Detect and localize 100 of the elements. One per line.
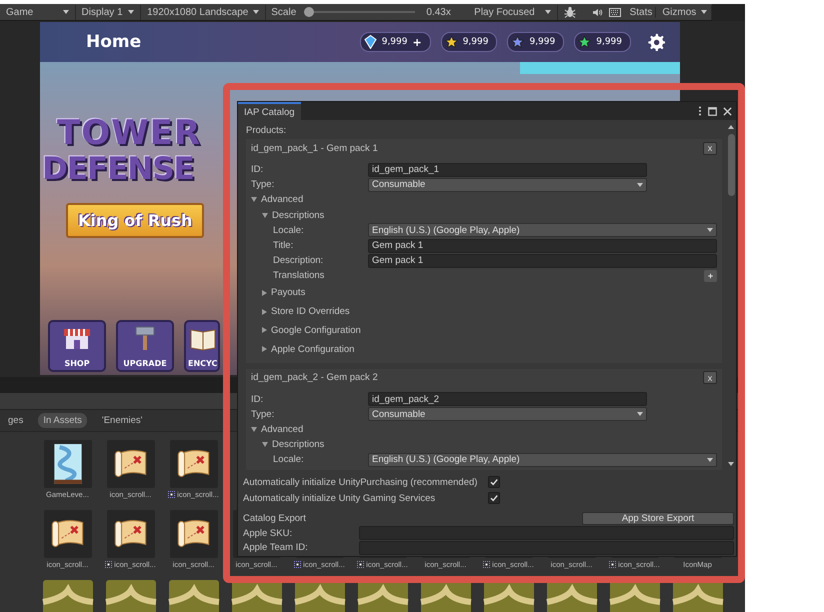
foldout-label[interactable]: Apple Configuration	[271, 344, 354, 355]
disclosure-triangle-icon[interactable]	[262, 308, 267, 315]
scroll-down-arrow-icon[interactable]	[728, 462, 734, 466]
add-currency-button[interactable]: +	[412, 36, 422, 48]
disclosure-triangle-icon[interactable]	[251, 197, 257, 202]
terrain-tile-thumbnail	[420, 580, 472, 612]
sprite-marker-icon	[168, 490, 176, 498]
text-field[interactable]: id_gem_pack_1	[368, 162, 647, 177]
section-label: Products:	[246, 124, 288, 138]
speaker-icon[interactable]	[592, 8, 603, 16]
disclosure-triangle-icon[interactable]	[262, 346, 267, 352]
search-scope-tab[interactable]: In Assets	[38, 413, 87, 428]
checkbox[interactable]	[488, 492, 500, 504]
dropdown-arrow-icon	[62, 10, 69, 14]
dropdown-arrow-icon	[707, 458, 713, 462]
field-label: Translations	[272, 270, 326, 282]
terrain-tile-thumbnail	[546, 580, 598, 612]
game-logo-text: TOWER	[56, 116, 202, 150]
scale-reading: 0.43x	[425, 6, 452, 18]
foldout-label[interactable]: Advanced	[261, 424, 304, 435]
dropdown-arrow-icon	[253, 10, 260, 14]
dropdown[interactable]: Consumable	[368, 407, 647, 422]
scrollbar-thumb[interactable]	[728, 134, 734, 196]
dropdown[interactable]: English (U.S.) (Google Play, Apple)	[368, 452, 717, 467]
field-label: Locale:	[272, 224, 305, 236]
stats-button[interactable]: Stats	[626, 6, 656, 18]
play-mode-dropdown[interactable]: Play Focused	[468, 4, 558, 20]
dropdown-arrow-icon	[637, 182, 643, 187]
terrain-tile-thumbnail	[294, 580, 346, 612]
search-scope-tab[interactable]: 'Enemies'	[96, 413, 148, 428]
field-label: ID:	[251, 164, 264, 176]
settings-icon[interactable]	[647, 33, 665, 51]
disclosure-triangle-icon[interactable]	[262, 290, 267, 296]
foldout-label[interactable]: Google Configuration	[271, 324, 361, 336]
foldout-label[interactable]: Descriptions	[272, 210, 324, 221]
sprite-marker-icon	[294, 560, 302, 568]
sprite-marker-icon	[609, 560, 616, 568]
subtitle-banner: King of Rush	[66, 203, 204, 238]
field-label: Type:	[251, 408, 276, 420]
screen-title: Home	[86, 32, 142, 52]
remove-button[interactable]: x	[703, 142, 717, 154]
dropdown-arrow-icon	[701, 10, 708, 14]
scroll-up-arrow-icon[interactable]	[728, 125, 734, 129]
dropdown-arrow-icon	[128, 10, 134, 14]
disclosure-triangle-icon[interactable]	[262, 327, 267, 334]
gizmos-dropdown[interactable]: Gizmos	[656, 4, 712, 20]
dropdown[interactable]: Consumable	[368, 178, 647, 192]
disclosure-triangle-icon[interactable]	[262, 212, 268, 218]
add-button[interactable]: +	[704, 270, 717, 282]
terrain-tile-thumbnail	[672, 580, 724, 612]
foldout-label[interactable]: Payouts	[271, 287, 306, 298]
currency-counter: 9,999	[507, 32, 564, 52]
remove-button[interactable]: x	[703, 371, 717, 384]
checkbox[interactable]	[488, 476, 500, 488]
more-options-icon[interactable]	[698, 106, 702, 116]
terrain-tile-thumbnail	[608, 580, 660, 612]
game-logo-text: DEFENSE	[42, 154, 194, 185]
field-label: Apple Team ID:	[243, 542, 309, 554]
sprite-marker-icon	[357, 560, 364, 568]
field-label: Apple SKU:	[243, 528, 294, 539]
text-field[interactable]: Gem pack 1	[368, 254, 717, 268]
input-field[interactable]	[359, 540, 734, 555]
field-label: Title:	[272, 240, 294, 252]
view-dropdown[interactable]: Game	[0, 4, 76, 20]
foldout-label[interactable]: Advanced	[261, 194, 304, 206]
window-tab[interactable]: IAP Catalog	[238, 102, 301, 120]
export-button[interactable]: App Store Export	[582, 512, 734, 525]
sprite-marker-icon	[105, 560, 112, 568]
currency-counter: 9,999	[440, 32, 498, 52]
resolution-dropdown[interactable]: 1920x1080 Landscape	[141, 4, 266, 20]
terrain-tile-thumbnail	[356, 580, 408, 612]
display-dropdown[interactable]: Display 1	[76, 4, 142, 20]
dropdown[interactable]: English (U.S.) (Google Play, Apple)	[368, 223, 717, 238]
terrain-tile-thumbnail	[482, 580, 534, 612]
menu-button[interactable]: ENCYC	[184, 320, 220, 372]
terrain-tile-thumbnail	[42, 580, 94, 612]
disclosure-triangle-icon[interactable]	[251, 426, 257, 432]
section-label: Catalog Export	[243, 513, 306, 524]
product-title: id_gem_pack_1 - Gem pack 1	[251, 142, 378, 154]
bug-icon[interactable]	[564, 6, 576, 18]
text-field[interactable]: Gem pack 1	[368, 238, 717, 253]
foldout-label[interactable]: Descriptions	[272, 439, 324, 450]
field-label: ID:	[251, 394, 264, 405]
menu-button[interactable]: UPGRADE	[116, 320, 174, 372]
dropdown-arrow-icon	[707, 228, 713, 232]
text-field[interactable]: id_gem_pack_2	[368, 392, 647, 406]
scale-slider-track[interactable]	[304, 7, 416, 17]
field-label: Locale:	[272, 454, 305, 466]
foldout-label[interactable]: Store ID Overrides	[271, 306, 350, 318]
checkbox-label: Automatically initialize UnityPurchasing (recommended)	[243, 476, 478, 488]
product-title: id_gem_pack_2 - Gem pack 2	[251, 372, 378, 383]
keyboard-icon[interactable]	[608, 8, 621, 16]
slider-thumb[interactable]	[304, 7, 314, 17]
menu-button[interactable]: SHOP	[48, 320, 106, 372]
close-icon[interactable]	[723, 106, 732, 116]
search-scope-tab[interactable]: ges	[3, 413, 28, 428]
scale-label: Scale	[270, 6, 296, 18]
disclosure-triangle-icon[interactable]	[262, 442, 268, 448]
gem-icon	[364, 35, 377, 49]
maximize-icon[interactable]	[708, 106, 717, 116]
